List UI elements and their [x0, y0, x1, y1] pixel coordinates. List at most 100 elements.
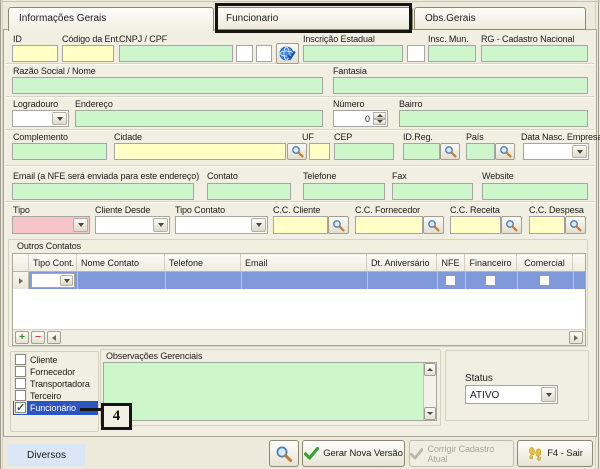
funcionario-checkbox[interactable]: [15, 402, 26, 413]
grid-tipo-cont-select[interactable]: [31, 273, 75, 288]
insc-mun-field[interactable]: [428, 45, 476, 62]
razao-social-field[interactable]: [12, 77, 323, 94]
cliente-desde-select[interactable]: [95, 216, 170, 234]
cc-cliente-search-button[interactable]: [328, 216, 349, 234]
funcionario-checkbox-label: Funcionário: [30, 403, 76, 413]
endereco-field[interactable]: [75, 110, 323, 127]
transportadora-checkbox-label: Transportadora: [30, 379, 90, 389]
grid-toolbar: + −: [13, 329, 585, 345]
cnpj-extra-field-1[interactable]: [236, 45, 253, 62]
cc-receita-field[interactable]: [450, 216, 501, 234]
cc-receita-search-button[interactable]: [501, 216, 522, 234]
chevron-down-icon[interactable]: [251, 218, 266, 232]
tab-obs-gerais[interactable]: Obs.Gerais: [414, 7, 586, 30]
uf-field[interactable]: [309, 143, 330, 160]
check-icon-disabled: [410, 448, 423, 460]
cnpj-extra-field-2[interactable]: [256, 45, 272, 62]
numero-spin-buttons[interactable]: [373, 112, 386, 125]
id-reg-field[interactable]: [403, 143, 440, 160]
grid-header-tipo-cont[interactable]: Tipo Cont.: [29, 254, 77, 272]
fornecedor-checkbox[interactable]: [15, 366, 26, 377]
telefone-label: Telefone: [303, 171, 336, 181]
data-nasc-select[interactable]: [523, 143, 589, 160]
grid-comercial-checkbox[interactable]: [539, 275, 550, 286]
logradouro-select[interactable]: [12, 110, 69, 127]
chevron-down-icon[interactable]: [52, 112, 67, 125]
grid-header-nfe[interactable]: NFE: [437, 254, 465, 272]
cc-despesa-field[interactable]: [529, 216, 565, 234]
complemento-field[interactable]: [12, 143, 107, 160]
cidade-field[interactable]: [114, 143, 286, 160]
fax-field[interactable]: [392, 183, 473, 200]
observacoes-scrollbar[interactable]: [423, 363, 436, 420]
pais-search-button[interactable]: [495, 143, 515, 160]
spin-down-icon[interactable]: [373, 119, 386, 126]
rg-field[interactable]: [481, 45, 588, 62]
tipo-select[interactable]: [12, 216, 90, 234]
contatos-grid[interactable]: Tipo Cont. Nome Contato Telefone Email D…: [12, 253, 586, 346]
tab-informacoes-gerais[interactable]: Informações Gerais: [8, 7, 214, 31]
tipo-contato-select[interactable]: [175, 216, 268, 234]
grid-scroll-left-button[interactable]: [47, 331, 61, 344]
bairro-field[interactable]: [399, 110, 588, 127]
inscricao-estadual-field[interactable]: [303, 45, 403, 62]
grid-header-dt-aniversario[interactable]: Dt. Aniversário: [367, 254, 437, 272]
grid-selected-row[interactable]: [29, 272, 585, 289]
numero-stepper[interactable]: 0: [333, 110, 388, 127]
grid-row-selector[interactable]: [13, 272, 29, 289]
diversos-tab[interactable]: Diversos: [8, 444, 85, 466]
scroll-down-button[interactable]: [424, 407, 436, 420]
grid-financeiro-checkbox[interactable]: [485, 275, 496, 286]
telefone-field[interactable]: [303, 183, 385, 200]
cidade-search-button[interactable]: [287, 143, 307, 160]
id-field[interactable]: [12, 45, 58, 62]
grid-header-comercial[interactable]: Comercial: [517, 254, 573, 272]
website-field[interactable]: [482, 183, 588, 200]
email-field[interactable]: [12, 183, 194, 200]
cc-fornecedor-field[interactable]: [355, 216, 423, 234]
cc-cliente-field[interactable]: [273, 216, 328, 234]
grid-header-email[interactable]: Email: [241, 254, 367, 272]
cep-label: CEP: [334, 132, 352, 142]
grid-nfe-checkbox[interactable]: [445, 275, 456, 286]
remove-contact-button[interactable]: −: [31, 331, 45, 344]
id-reg-search-button[interactable]: [440, 143, 460, 160]
scroll-up-button[interactable]: [424, 363, 436, 376]
grid-scroll-right-button[interactable]: [569, 331, 583, 344]
chevron-down-icon[interactable]: [73, 218, 88, 232]
grid-header-financeiro[interactable]: Financeiro: [465, 254, 517, 272]
cc-fornecedor-search-button[interactable]: [423, 216, 444, 234]
check-icon: [304, 447, 319, 460]
grid-header-telefone[interactable]: Telefone: [165, 254, 241, 272]
globe-lookup-button[interactable]: [276, 43, 299, 64]
arrow-down-icon: [427, 412, 433, 415]
complemento-label: Complemento: [13, 132, 68, 142]
gerar-nova-versao-button[interactable]: Gerar Nova Versão: [302, 440, 405, 467]
corrigir-cadastro-atual-label: Corrigir Cadastro Atual: [427, 444, 513, 464]
codigo-ent-label: Código da Ent.: [62, 34, 120, 44]
tipo-contato-label: Tipo Contato: [175, 205, 225, 215]
chevron-down-icon[interactable]: [60, 275, 73, 286]
chevron-down-icon[interactable]: [153, 218, 168, 232]
pais-field[interactable]: [466, 143, 495, 160]
search-button[interactable]: [269, 440, 299, 467]
chevron-down-icon[interactable]: [572, 145, 587, 158]
chevron-down-icon[interactable]: [541, 387, 556, 402]
cc-despesa-search-button[interactable]: [565, 216, 586, 234]
contato-field[interactable]: [207, 183, 291, 200]
add-contact-button[interactable]: +: [15, 331, 29, 344]
terceiro-checkbox[interactable]: [15, 390, 26, 401]
codigo-ent-field[interactable]: [62, 45, 114, 62]
cnpj-cpf-field[interactable]: [119, 45, 233, 62]
fax-label: Fax: [392, 171, 407, 181]
cep-field[interactable]: [334, 143, 394, 160]
f4-sair-button[interactable]: F4 - Sair: [517, 440, 593, 467]
transportadora-checkbox[interactable]: [15, 378, 26, 389]
arrow-left-icon: [52, 335, 56, 341]
fantasia-field[interactable]: [333, 77, 588, 94]
status-select[interactable]: ATIVO: [465, 385, 558, 404]
observacoes-textarea[interactable]: [103, 362, 437, 421]
cliente-checkbox[interactable]: [15, 354, 26, 365]
grid-header-nome-contato[interactable]: Nome Contato: [77, 254, 165, 272]
inscricao-extra-field[interactable]: [407, 45, 425, 62]
